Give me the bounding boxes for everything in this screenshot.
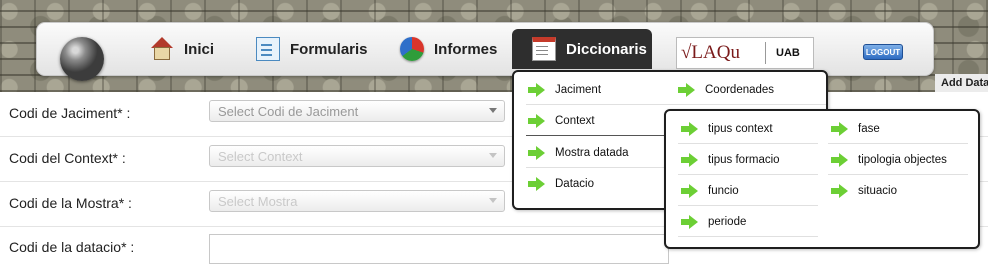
submenu-item-situacio[interactable]: situacio (831, 181, 897, 201)
arrow-right-icon (528, 177, 546, 191)
menu-item-label: Mostra datada (555, 147, 629, 159)
context-submenu: tipus context fase tipus formacio tipolo… (664, 109, 980, 249)
home-icon (150, 37, 174, 61)
select-placeholder: Select Codi de Jaciment (218, 104, 359, 119)
laqu-logo-text: √LAQu (677, 42, 766, 64)
field-label: Codi de la datacio* : (9, 239, 135, 255)
menu-divider (828, 174, 968, 175)
field-label: Codi de la Mostra* : (9, 195, 132, 211)
menu-item-label: Datacio (555, 178, 594, 190)
nav-item-inici[interactable]: Inici (150, 33, 214, 65)
submenu-item-label: periode (708, 216, 747, 228)
menu-item-label: Jaciment (555, 84, 602, 96)
arrow-right-icon (831, 153, 849, 167)
submenu-item-tipus-context[interactable]: tipus context (681, 119, 773, 139)
uab-logo-text: UAB (776, 47, 800, 59)
menu-item-label: Context (555, 115, 595, 127)
select-placeholder: Select Context (218, 149, 303, 164)
form-icon (256, 37, 280, 61)
calendar-icon (532, 37, 556, 61)
arrow-right-icon (528, 83, 546, 97)
menu-item-datacio[interactable]: Datacio (528, 174, 594, 194)
menu-divider (678, 174, 818, 175)
add-data-tab[interactable]: Add Data (935, 74, 988, 92)
nav-item-label: Informes (434, 40, 498, 58)
chevron-down-icon (489, 108, 497, 113)
nav-item-diccionaris-content[interactable]: Diccionaris (532, 33, 647, 65)
submenu-item-label: funcio (708, 185, 739, 197)
menu-divider (526, 135, 666, 136)
field-label: Codi de Jaciment* : (9, 105, 131, 121)
nav-item-informes[interactable]: Informes (400, 33, 497, 65)
datacio-input[interactable] (209, 234, 669, 264)
arrow-right-icon (831, 122, 849, 136)
nav-item-label: Diccionaris (566, 40, 647, 58)
submenu-item-funcio[interactable]: funcio (681, 181, 739, 201)
arrow-right-icon (678, 83, 696, 97)
arrow-right-icon (681, 153, 699, 167)
submenu-item-tipus-formacio[interactable]: tipus formacio (681, 150, 780, 170)
nav-item-formularis[interactable]: Formularis (256, 33, 368, 65)
context-select[interactable]: Select Context (209, 145, 505, 167)
jaciment-select[interactable]: Select Codi de Jaciment (209, 100, 505, 122)
arrow-right-icon (528, 114, 546, 128)
menu-item-coordenades[interactable]: Coordenades (678, 80, 774, 100)
submenu-item-label: tipus context (708, 123, 773, 135)
arrow-right-icon (831, 184, 849, 198)
arrow-right-icon (528, 146, 546, 160)
laqu-uab-logo: √LAQu UAB (676, 37, 814, 69)
pie-chart-icon (400, 37, 424, 61)
menu-divider (828, 143, 968, 144)
submenu-item-label: situacio (858, 185, 897, 197)
menu-divider (526, 104, 826, 105)
menu-divider (678, 143, 818, 144)
menu-item-context[interactable]: Context (528, 111, 595, 131)
submenu-item-label: tipus formacio (708, 154, 780, 166)
arrow-right-icon (681, 215, 699, 229)
submenu-item-label: fase (858, 123, 880, 135)
select-placeholder: Select Mostra (218, 194, 298, 209)
menu-item-mostra-datada[interactable]: Mostra datada (528, 143, 629, 163)
logout-button[interactable]: LOGOUT (863, 44, 903, 60)
nav-item-label: Formularis (290, 40, 368, 58)
mostra-select[interactable]: Select Mostra (209, 190, 505, 212)
submenu-item-label: tipologia objectes (858, 154, 947, 166)
arrow-right-icon (681, 122, 699, 136)
chevron-down-icon (489, 198, 497, 203)
nav-item-label: Inici (184, 40, 215, 58)
submenu-item-fase[interactable]: fase (831, 119, 880, 139)
menu-divider (678, 205, 818, 206)
menu-divider (678, 236, 818, 237)
menu-item-label: Coordenades (705, 84, 775, 96)
submenu-item-tipologia-objectes[interactable]: tipologia objectes (831, 150, 947, 170)
globe-logo-icon[interactable] (60, 37, 104, 81)
arrow-right-icon (681, 184, 699, 198)
chevron-down-icon (489, 153, 497, 158)
menu-item-jaciment[interactable]: Jaciment (528, 80, 601, 100)
submenu-item-periode[interactable]: periode (681, 212, 746, 232)
menu-divider (526, 167, 666, 168)
field-label: Codi del Context* : (9, 150, 126, 166)
